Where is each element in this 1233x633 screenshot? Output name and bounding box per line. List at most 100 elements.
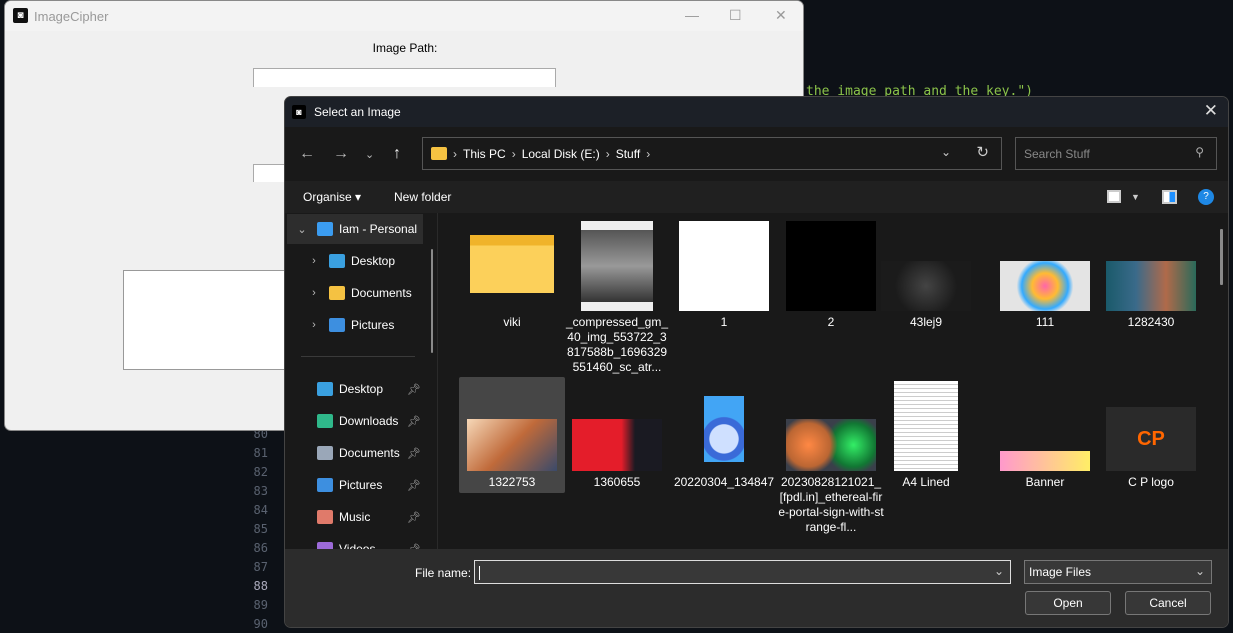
desktop-icon	[317, 382, 333, 396]
nav-item-label: Pictures	[339, 478, 383, 492]
nav-item-documents[interactable]: › Documents	[287, 278, 423, 308]
thumbnail-photo-bw	[581, 221, 653, 311]
pin-icon: 📌︎	[407, 447, 421, 460]
chevron-down-icon[interactable]: ⌄	[941, 145, 951, 159]
folder-icon	[431, 147, 447, 160]
preview-pane-icon[interactable]	[1162, 190, 1177, 204]
close-icon[interactable]: ✕	[1204, 101, 1218, 121]
file-item[interactable]: A4 Lined	[873, 377, 979, 493]
folder-icon	[329, 286, 345, 300]
line-number: 81	[253, 446, 268, 460]
new-folder-button[interactable]: New folder	[394, 190, 451, 204]
pin-icon: 📌︎	[407, 383, 421, 396]
nav-item-label: Pictures	[351, 318, 395, 332]
file-name-input[interactable]: ⌄	[474, 560, 1011, 584]
file-item[interactable]: Banner	[992, 377, 1098, 493]
file-name: 111	[1035, 315, 1055, 329]
up-button[interactable]: ↑	[393, 145, 401, 163]
file-item[interactable]: 2	[778, 217, 884, 377]
output-textbox[interactable]	[123, 270, 293, 370]
line-number: 89	[253, 598, 268, 612]
breadcrumb-this-pc[interactable]: This PC	[463, 147, 506, 161]
forward-button[interactable]: →	[333, 145, 349, 163]
close-button[interactable]: ✕	[775, 7, 787, 24]
file-name: Banner	[1025, 475, 1065, 489]
nav-item-desktop[interactable]: › Desktop	[287, 246, 423, 276]
file-name: 1360655	[593, 475, 641, 489]
file-type-select[interactable]: Image Files ⌄	[1024, 560, 1212, 584]
back-button[interactable]: ←	[299, 145, 315, 163]
file-item[interactable]: 1360655	[564, 377, 670, 493]
dialog-title: Select an Image	[314, 105, 401, 119]
search-icon: ⚲	[1195, 145, 1204, 159]
thumbnail-painting	[467, 419, 557, 471]
refresh-icon[interactable]: ↻	[976, 143, 989, 161]
file-name: A4 Lined	[902, 475, 950, 489]
file-item[interactable]: 1	[671, 217, 777, 377]
cancel-button[interactable]: Cancel	[1125, 591, 1211, 615]
line-number: 82	[253, 465, 268, 479]
file-item[interactable]: CP C P logo	[1098, 377, 1204, 493]
chevron-right-icon[interactable]: ›	[299, 319, 329, 331]
chevron-right-icon[interactable]: ›	[299, 255, 329, 267]
minimize-button[interactable]: —	[685, 7, 699, 23]
nav-item-downloads[interactable]: Downloads 📌︎	[287, 406, 423, 436]
nav-item-pictures[interactable]: Pictures 📌︎	[287, 470, 423, 500]
thumbnail-lined-paper	[894, 381, 958, 471]
file-item[interactable]: 1282430	[1098, 217, 1204, 377]
file-name: _compressed_gm_40_img_553722_3817588b_16…	[565, 315, 669, 374]
file-item[interactable]: 20230828121021_[fpdl.in]_ethereal-fire-p…	[778, 377, 884, 534]
thumbnail-butterfly	[1000, 261, 1090, 311]
dialog-title-bar: ◙ Select an Image ✕	[285, 97, 1228, 127]
nav-item-documents[interactable]: Documents 📌︎	[287, 438, 423, 468]
nav-scrollbar[interactable]	[431, 249, 433, 353]
file-name: 2	[827, 315, 835, 329]
title-bar: ◙ ImageCipher — ☐ ✕	[5, 1, 803, 31]
address-bar[interactable]: › This PC › Local Disk (E:) › Stuff › ⌄ ↻	[422, 137, 1002, 170]
chevron-down-icon[interactable]: ⌄	[287, 223, 317, 236]
thumbnail-logo-white	[679, 221, 769, 311]
thumbnail-banner	[1000, 451, 1090, 471]
file-item[interactable]: 43lej9	[873, 217, 979, 377]
chevron-right-icon[interactable]: ›	[299, 287, 329, 299]
nav-item-pictures[interactable]: › Pictures	[287, 310, 423, 340]
file-item[interactable]: _compressed_gm_40_img_553722_3817588b_16…	[564, 217, 670, 377]
file-item[interactable]: 20220304_134847	[671, 377, 777, 493]
chevron-down-icon[interactable]: ⌄	[994, 564, 1004, 578]
thumbnail-portals	[786, 419, 876, 471]
line-number: 90	[253, 617, 268, 631]
maximize-button[interactable]: ☐	[729, 7, 742, 24]
thumbnail-game-art	[1106, 261, 1196, 311]
nav-item-music[interactable]: Music 📌︎	[287, 502, 423, 532]
organise-button[interactable]: Organise ▾	[303, 190, 361, 204]
view-dropdown-icon[interactable]: ▼	[1131, 192, 1140, 202]
file-name: viki	[503, 315, 521, 329]
thumbnail-logo-black	[786, 221, 876, 311]
view-icon[interactable]	[1107, 190, 1121, 203]
file-item[interactable]: 1322753	[459, 377, 565, 493]
image-path-input[interactable]	[253, 68, 556, 87]
recent-locations-button[interactable]: ⌄	[365, 148, 374, 161]
file-item[interactable]: viki	[459, 217, 565, 377]
line-number: 88	[253, 579, 268, 593]
open-button[interactable]: Open	[1025, 591, 1111, 615]
nav-item-label: Music	[339, 510, 371, 524]
folder-icon	[470, 235, 554, 293]
command-bar: Organise ▾ New folder ▼ ?	[285, 181, 1228, 213]
file-item[interactable]: 111	[992, 217, 1098, 377]
search-input[interactable]: Search Stuff ⚲	[1015, 137, 1217, 170]
line-number: 84	[253, 503, 268, 517]
nav-item-label: Documents	[339, 446, 400, 460]
download-icon	[317, 414, 333, 428]
music-icon	[317, 510, 333, 524]
help-icon[interactable]: ?	[1198, 189, 1214, 205]
nav-item-iam-personal[interactable]: ⌄ Iam - Personal	[287, 214, 423, 244]
content-scrollbar[interactable]	[1220, 229, 1223, 285]
file-name: 1	[720, 315, 728, 329]
file-name: 43lej9	[909, 315, 943, 329]
nav-item-desktop[interactable]: Desktop 📌︎	[287, 374, 423, 404]
breadcrumb-local-disk[interactable]: Local Disk (E:)	[522, 147, 600, 161]
breadcrumb-stuff[interactable]: Stuff	[616, 147, 640, 161]
line-number: 83	[253, 484, 268, 498]
navigation-bar: ← → ⌄ ↑ › This PC › Local Disk (E:) › Stuff…	[285, 127, 1228, 181]
